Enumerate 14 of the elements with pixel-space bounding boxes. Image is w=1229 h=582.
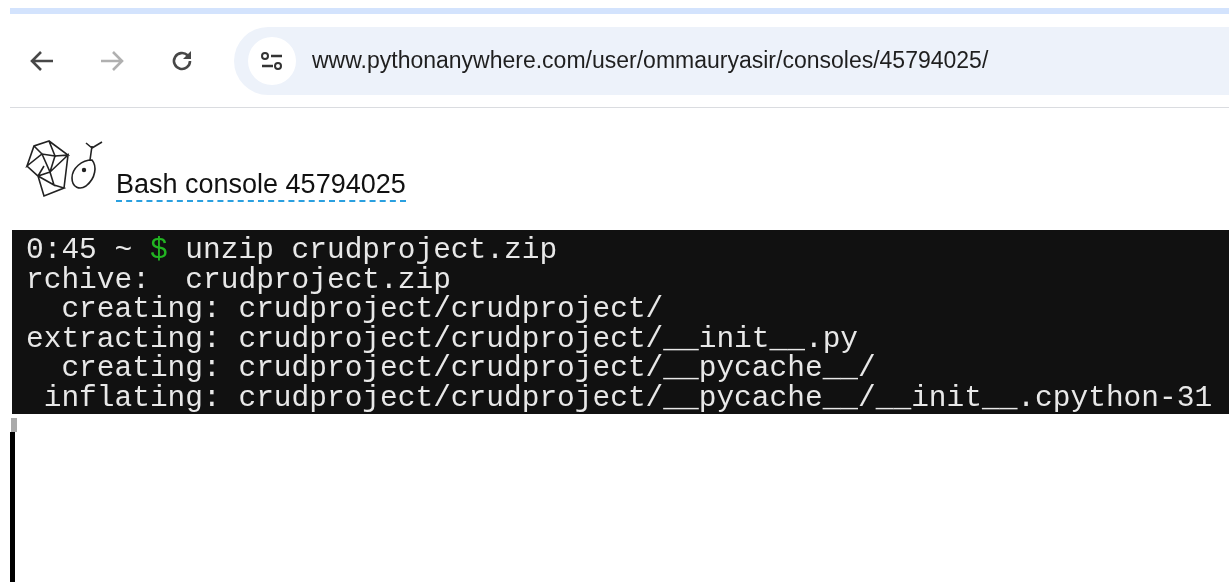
command-line: 0:45 ~ $ unzip crudproject.zip xyxy=(26,236,559,266)
terminal-panel[interactable] xyxy=(12,230,1229,414)
output-line: creating: crudproject/crudproject/__pycache__/ xyxy=(61,354,876,384)
site-info-button[interactable] xyxy=(248,36,296,85)
output-line: extracting: crudproject/crudproject/__init__.py xyxy=(26,324,859,354)
url-text: www.pythonanywhere.com/user/ommauryasir/consoles/45794025/ xyxy=(312,46,989,76)
output-line: creating: crudproject/crudproject/ xyxy=(61,295,664,325)
address-bar[interactable]: www.pythonanywhere.com/user/ommauryasir/consoles/45794025/ xyxy=(234,26,1229,95)
output-line: inflating: crudproject/crudproject/__pycache__/__init__.cpython-31 xyxy=(42,383,1214,413)
terminal-cursor xyxy=(11,418,17,432)
console-title-link[interactable]: Bash console 45794025 xyxy=(116,170,406,202)
back-arrow-icon xyxy=(29,49,55,72)
output-line: rchive: crudproject.zip xyxy=(26,265,451,295)
sliders-icon xyxy=(260,50,284,71)
